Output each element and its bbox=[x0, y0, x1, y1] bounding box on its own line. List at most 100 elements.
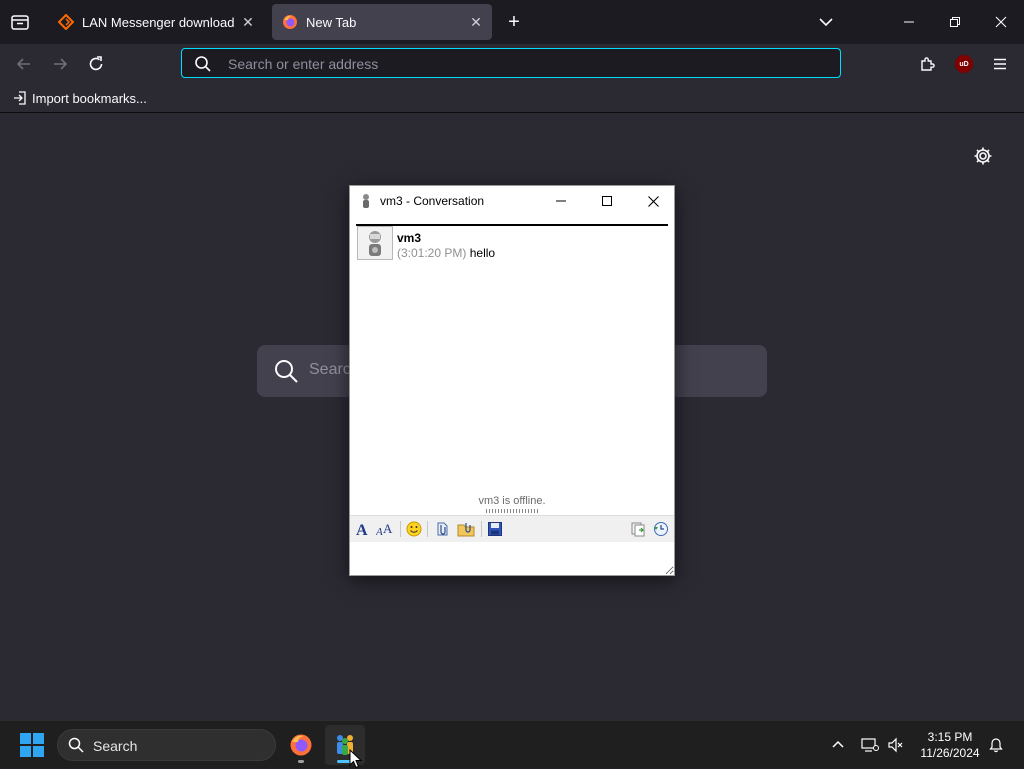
smiley-icon bbox=[406, 521, 422, 537]
conversation-minimize-button[interactable] bbox=[538, 186, 584, 216]
conversation-close-button[interactable] bbox=[630, 186, 676, 216]
ublock-button[interactable]: uD bbox=[952, 52, 976, 76]
sourceforge-icon bbox=[58, 14, 74, 30]
tab-title: New Tab bbox=[306, 14, 357, 30]
list-all-tabs-button[interactable] bbox=[816, 12, 836, 32]
tab-close-button[interactable]: ✕ bbox=[238, 12, 258, 32]
notifications-button[interactable] bbox=[986, 735, 1006, 755]
windows-logo-icon bbox=[20, 733, 44, 757]
tab-lan-messenger[interactable]: LAN Messenger download | So ✕ bbox=[48, 4, 264, 40]
firefox-icon bbox=[283, 15, 297, 29]
back-button[interactable] bbox=[12, 52, 36, 76]
clock-time: 3:15 PM bbox=[927, 730, 973, 744]
firefox-icon bbox=[290, 734, 312, 756]
tab-close-button[interactable]: ✕ bbox=[466, 12, 486, 32]
personalize-button[interactable] bbox=[972, 145, 994, 167]
emoticon-button[interactable] bbox=[405, 520, 423, 538]
send-folder-icon bbox=[457, 523, 475, 537]
conversation-toolbar: A AA bbox=[350, 515, 674, 543]
tab-strip: LAN Messenger download | So ✕ New Tab ✕ … bbox=[0, 0, 1024, 44]
chevron-down-icon bbox=[819, 18, 833, 27]
toolbar-separator bbox=[481, 521, 482, 537]
font-icon: A bbox=[356, 522, 368, 537]
bell-icon bbox=[989, 738, 1003, 753]
import-bookmarks-button[interactable]: Import bookmarks... bbox=[12, 90, 147, 106]
minimize-icon bbox=[904, 21, 914, 23]
toolbar-separator bbox=[427, 521, 428, 537]
puzzle-icon bbox=[921, 57, 935, 71]
send-folder-button[interactable] bbox=[457, 520, 475, 538]
import-bookmarks-label: Import bookmarks... bbox=[32, 90, 147, 106]
tab-new-tab[interactable]: New Tab ✕ bbox=[272, 4, 492, 40]
volume-button[interactable] bbox=[886, 735, 906, 755]
system-clock[interactable]: 3:15 PM 11/26/2024 bbox=[912, 729, 988, 761]
conversation-window: vm3 - Conversation vm3 (3:01:20 PM) hell… bbox=[349, 185, 675, 576]
splitter-handle[interactable] bbox=[486, 509, 538, 513]
minimize-button[interactable] bbox=[897, 10, 921, 34]
search-icon bbox=[275, 360, 298, 383]
taskbar-app-firefox[interactable] bbox=[281, 725, 321, 765]
tab-title: LAN Messenger download | So bbox=[82, 14, 238, 30]
clock-date: 11/26/2024 bbox=[920, 746, 980, 760]
font-button[interactable]: A bbox=[354, 520, 372, 538]
new-tab-button[interactable]: + bbox=[504, 12, 524, 32]
avatar bbox=[357, 226, 393, 260]
message-divider bbox=[356, 224, 668, 226]
taskbar-search-box[interactable]: Search bbox=[57, 729, 276, 761]
taskbar: Search 3:15 PM 11/26/2024 bbox=[0, 720, 1024, 768]
send-file-button[interactable] bbox=[433, 520, 451, 538]
taskbar-search-label: Search bbox=[93, 738, 138, 754]
conversation-maximize-button[interactable] bbox=[584, 186, 630, 216]
presence-status: vm3 is offline. bbox=[478, 495, 546, 507]
reload-icon bbox=[89, 56, 103, 71]
restore-button[interactable] bbox=[943, 10, 967, 34]
mouse-cursor-icon bbox=[349, 749, 363, 769]
close-icon bbox=[647, 195, 659, 207]
search-icon bbox=[68, 737, 84, 753]
message-input[interactable] bbox=[350, 542, 674, 575]
show-hidden-icons-button[interactable] bbox=[828, 735, 848, 755]
save-conversation-button[interactable] bbox=[486, 520, 504, 538]
conversation-title-bar[interactable]: vm3 - Conversation bbox=[350, 186, 674, 216]
svg-text:A: A bbox=[356, 522, 368, 537]
copy-button[interactable] bbox=[629, 520, 647, 538]
hamburger-menu-icon bbox=[994, 58, 1006, 70]
history-icon bbox=[654, 522, 668, 536]
firefox-view-icon bbox=[11, 15, 29, 30]
conversation-title: vm3 - Conversation bbox=[380, 194, 485, 208]
search-icon bbox=[195, 56, 211, 72]
font-color-icon: AA bbox=[376, 521, 393, 537]
toolbar-separator bbox=[400, 521, 401, 537]
save-icon bbox=[488, 522, 502, 536]
firefox-view-button[interactable] bbox=[8, 10, 32, 34]
forward-button[interactable] bbox=[48, 52, 72, 76]
network-button[interactable] bbox=[860, 735, 880, 755]
svg-text:A: A bbox=[383, 521, 393, 536]
send-file-icon bbox=[437, 522, 448, 536]
message-timestamp: (3:01:20 PM) bbox=[397, 246, 467, 260]
address-input[interactable] bbox=[226, 53, 810, 75]
svg-text:A: A bbox=[376, 526, 383, 537]
chevron-up-icon bbox=[832, 740, 844, 748]
close-icon bbox=[995, 16, 1007, 28]
close-window-button[interactable] bbox=[989, 10, 1013, 34]
font-color-button[interactable]: AA bbox=[376, 520, 394, 538]
message-sender: vm3 bbox=[397, 231, 422, 245]
start-button[interactable] bbox=[20, 733, 44, 757]
message-text: hello bbox=[469, 246, 496, 260]
extensions-button[interactable] bbox=[916, 52, 940, 76]
arrow-left-icon bbox=[16, 58, 30, 70]
address-bar[interactable] bbox=[181, 48, 841, 78]
arrow-right-icon bbox=[54, 58, 68, 70]
history-button[interactable] bbox=[652, 520, 670, 538]
message-line: (3:01:20 PM) hello bbox=[397, 246, 495, 260]
app-menu-button[interactable] bbox=[988, 52, 1012, 76]
volume-muted-icon bbox=[888, 737, 903, 753]
gear-icon bbox=[974, 147, 992, 165]
restore-icon bbox=[950, 17, 960, 27]
reload-button[interactable] bbox=[84, 52, 108, 76]
import-icon bbox=[14, 91, 26, 105]
lan-messenger-icon bbox=[363, 194, 369, 208]
copy-icon bbox=[631, 522, 645, 537]
navigation-toolbar: uD bbox=[0, 44, 1024, 84]
